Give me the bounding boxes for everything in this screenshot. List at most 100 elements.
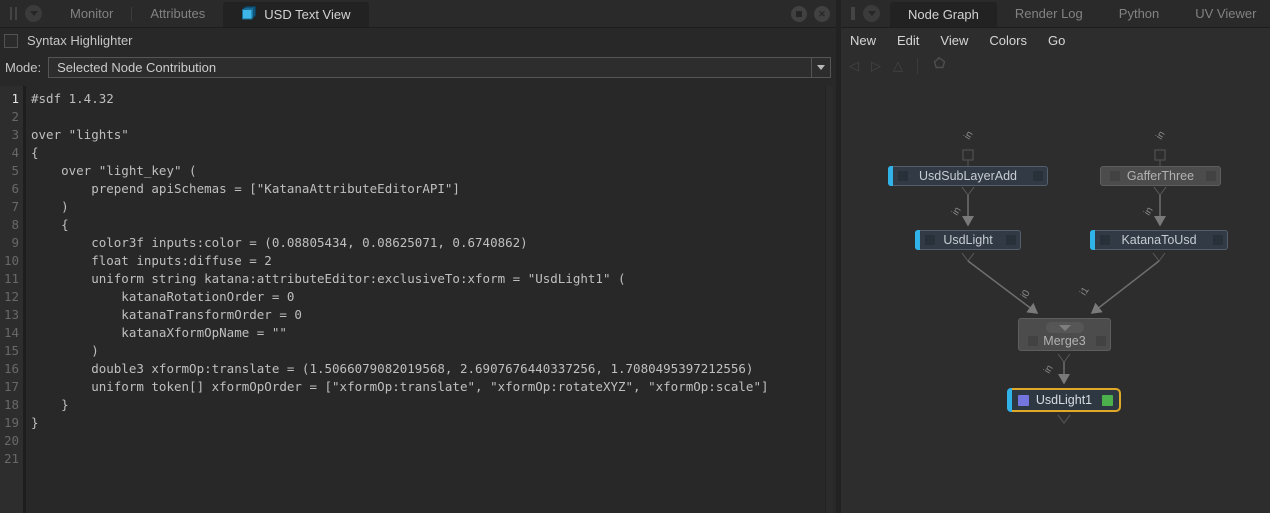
tab-node-graph[interactable]: Node Graph	[890, 2, 997, 27]
flag-slot[interactable]	[1033, 171, 1043, 181]
code-line: 10 float inputs:diffuse = 2	[0, 252, 833, 270]
nav-back-button[interactable]: ◁	[849, 58, 859, 74]
code-text: {	[31, 216, 69, 234]
menu-colors[interactable]: Colors	[989, 33, 1027, 48]
code-text: }	[31, 396, 69, 414]
home-view-button[interactable]	[932, 56, 947, 76]
pane-drag-handle[interactable]	[10, 7, 17, 20]
code-line: 11 uniform string katana:attributeEditor…	[0, 270, 833, 288]
code-line: 12 katanaRotationOrder = 0	[0, 288, 833, 306]
code-text: uniform string katana:attributeEditor:ex…	[31, 270, 626, 288]
output-port-triangle[interactable]	[1154, 187, 1166, 195]
node-merge3[interactable]: Merge3	[1018, 318, 1111, 351]
syntax-highlighter-row: Syntax Highlighter	[0, 28, 836, 53]
chevron-down-icon	[30, 11, 38, 16]
code-line: 7 )	[0, 198, 833, 216]
code-text: color3f inputs:color = (0.08805434, 0.08…	[31, 234, 528, 252]
output-port-triangle[interactable]	[1153, 253, 1165, 261]
chevron-down-icon	[868, 11, 876, 16]
code-text: #sdf 1.4.32	[31, 90, 114, 108]
nav-forward-button[interactable]: ▷	[871, 58, 881, 74]
menu-view[interactable]: View	[940, 33, 968, 48]
flag-slot[interactable]	[1006, 235, 1016, 245]
code-line: 9 color3f inputs:color = (0.08805434, 0.…	[0, 234, 833, 252]
usd-code-editor[interactable]: 1#sdf 1.4.3223over "lights"4{5 over "lig…	[0, 86, 833, 513]
node-label: GafferThree	[1127, 169, 1194, 183]
view-flag[interactable]	[1018, 395, 1029, 406]
link[interactable]	[1092, 261, 1159, 313]
viewed-stripe	[1090, 230, 1095, 250]
output-port-triangle[interactable]	[962, 187, 974, 195]
node-usdlight1[interactable]: UsdLight1	[1007, 388, 1121, 412]
flag-slot[interactable]	[925, 235, 935, 245]
mode-dropdown-value: Selected Node Contribution	[49, 60, 811, 75]
pane-menu-button[interactable]	[863, 5, 880, 22]
left-tabstrip: Monitor Attributes USD Text View ✕	[0, 0, 836, 28]
node-label: UsdLight1	[1036, 393, 1092, 407]
syntax-highlighter-checkbox[interactable]	[4, 34, 18, 48]
output-port-triangle[interactable]	[1058, 354, 1070, 362]
node-usdsublayeradd[interactable]: UsdSubLayerAdd	[888, 166, 1048, 186]
code-line: 20	[0, 432, 833, 450]
flag-slot[interactable]	[1028, 336, 1038, 346]
node-katanatousd[interactable]: KatanaToUsd	[1090, 230, 1228, 250]
code-scrollbar[interactable]	[825, 86, 833, 513]
mode-dropdown[interactable]: Selected Node Contribution	[48, 57, 831, 78]
line-number: 15	[0, 342, 23, 360]
close-pane-button[interactable]: ✕	[814, 6, 830, 22]
viewed-stripe	[915, 230, 920, 250]
line-number: 20	[0, 432, 23, 450]
menu-go[interactable]: Go	[1048, 33, 1065, 48]
output-port-triangle[interactable]	[962, 253, 974, 261]
code-line: 8 {	[0, 216, 833, 234]
maximize-pane-button[interactable]	[791, 6, 807, 22]
code-line: 1#sdf 1.4.32	[0, 90, 833, 108]
usd-text-view-pane: Monitor Attributes USD Text View ✕ Synta…	[0, 0, 836, 513]
node-label: UsdLight	[943, 233, 992, 247]
code-line: 6 prepend apiSchemas = ["KatanaAttribute…	[0, 180, 833, 198]
code-line: 4{	[0, 144, 833, 162]
tab-monitor[interactable]: Monitor	[52, 0, 131, 28]
pane-menu-button[interactable]	[25, 5, 42, 22]
edit-flag[interactable]	[1102, 395, 1113, 406]
code-line: 3over "lights"	[0, 126, 833, 144]
code-line: 2	[0, 108, 833, 126]
chevron-down-icon	[1059, 325, 1071, 331]
tab-usd-text-view[interactable]: USD Text View	[223, 2, 368, 27]
node-graph-menubar: New Edit View Colors Go	[841, 28, 1270, 53]
flag-slot[interactable]	[1110, 171, 1120, 181]
toolbar-separator	[917, 58, 918, 74]
flag-slot[interactable]	[1213, 235, 1223, 245]
line-number: 7	[0, 198, 23, 216]
input-port-square[interactable]	[1155, 150, 1165, 160]
node-graph-canvas[interactable]: in in in in i0 i1 in UsdSubLayerAdd Gaff…	[841, 78, 1270, 513]
code-editor-lines: 1#sdf 1.4.3223over "lights"4{5 over "lig…	[0, 86, 833, 468]
flag-slot[interactable]	[898, 171, 908, 181]
tab-render-log[interactable]: Render Log	[997, 0, 1101, 28]
code-text: katanaXformOpName = ""	[31, 324, 287, 342]
code-text: katanaRotationOrder = 0	[31, 288, 294, 306]
pane-drag-handle[interactable]	[851, 7, 855, 20]
tab-usd-text-view-label: USD Text View	[264, 7, 350, 22]
output-port-triangle[interactable]	[1058, 415, 1070, 423]
node-gafferthree[interactable]: GafferThree	[1100, 166, 1221, 186]
merge-collapse-pill[interactable]	[1046, 322, 1084, 333]
node-graph-pane: Node Graph Render Log Python UV Viewer N…	[841, 0, 1270, 513]
menu-new[interactable]: New	[850, 33, 876, 48]
menu-edit[interactable]: Edit	[897, 33, 919, 48]
flag-slot[interactable]	[1096, 336, 1106, 346]
node-usdlight[interactable]: UsdLight	[915, 230, 1021, 250]
line-number: 14	[0, 324, 23, 342]
mode-dropdown-arrow-button[interactable]	[811, 58, 830, 77]
tab-python[interactable]: Python	[1101, 0, 1177, 28]
input-port-square[interactable]	[963, 150, 973, 160]
flag-slot[interactable]	[1100, 235, 1110, 245]
line-number: 19	[0, 414, 23, 432]
code-text: over "lights"	[31, 126, 129, 144]
tab-attributes[interactable]: Attributes	[132, 0, 223, 28]
flag-slot[interactable]	[1206, 171, 1216, 181]
link[interactable]	[968, 261, 1037, 313]
mode-label: Mode:	[5, 60, 41, 75]
tab-uv-viewer[interactable]: UV Viewer	[1177, 0, 1270, 28]
nav-up-button[interactable]: △	[893, 58, 903, 74]
